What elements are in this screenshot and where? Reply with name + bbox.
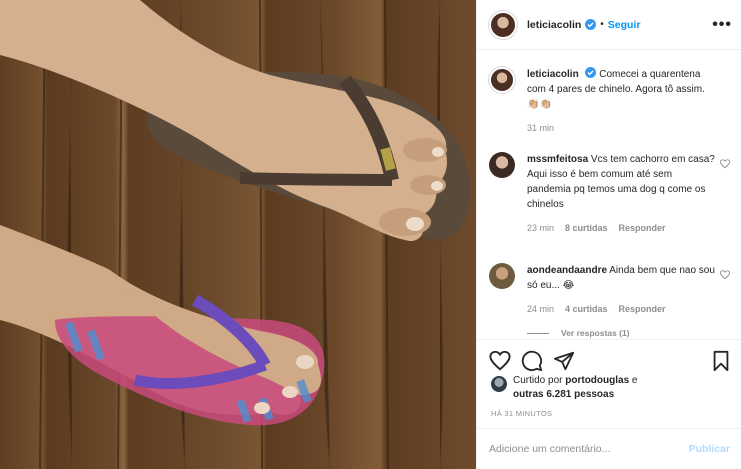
comment-username[interactable]: mssmfeitosa [527, 154, 588, 165]
comment-item: mssmfeitosa Vcs tem cachorro em casa? Aq… [489, 152, 729, 236]
comment-body: aondeandaandre Ainda bem que nao sou só … [527, 263, 717, 317]
comment-meta: 23 min 8 curtidas Responder [527, 221, 717, 236]
instagram-post-view: leticiacolin • Seguir ••• leticiacolin C… [0, 0, 741, 469]
caption-body: leticiacolin Comecei a quarentena com 4 … [527, 67, 717, 136]
heart-icon[interactable] [720, 159, 730, 169]
reply-button[interactable]: Responder [619, 302, 666, 317]
post-side-panel: leticiacolin • Seguir ••• leticiacolin C… [476, 0, 741, 469]
author-avatar[interactable] [489, 10, 517, 39]
caption-username[interactable]: leticiacolin [527, 69, 579, 80]
separator-dot: • [600, 19, 604, 30]
verified-icon [585, 67, 597, 78]
likes-middle: e [631, 375, 638, 386]
post-header: leticiacolin • Seguir ••• [477, 0, 741, 50]
heart-icon[interactable] [489, 350, 511, 372]
likes-prefix: Curtido por [513, 375, 563, 386]
caption-avatar[interactable] [489, 67, 515, 93]
bookmark-icon[interactable] [710, 350, 732, 372]
comment-likes[interactable]: 4 curtidas [565, 302, 608, 317]
likes-summary: Curtido por portodouglas e outras 6.281 … [491, 374, 731, 402]
more-icon[interactable]: ••• [712, 16, 732, 34]
action-bar [477, 339, 741, 379]
post-timestamp[interactable]: HÁ 31 MINUTOS [491, 409, 552, 418]
publish-button[interactable]: Publicar [689, 443, 730, 455]
flip-flops-photo [0, 0, 470, 469]
comments-list[interactable]: leticiacolin Comecei a quarentena com 4 … [477, 51, 741, 339]
author-username[interactable]: leticiacolin [527, 19, 581, 31]
comment-icon[interactable] [521, 350, 543, 372]
comment-avatar[interactable] [489, 263, 515, 289]
caption-meta: 31 min [527, 121, 717, 136]
comment-likes[interactable]: 8 curtidas [565, 221, 608, 236]
liker-username[interactable]: portodouglas [565, 375, 629, 386]
comment-username[interactable]: aondeandaandre [527, 265, 607, 276]
comment-meta: 24 min 4 curtidas Responder [527, 302, 717, 317]
share-icon[interactable] [553, 350, 575, 372]
heart-icon[interactable] [720, 270, 730, 280]
caption-time[interactable]: 31 min [527, 121, 554, 136]
replies-divider [527, 332, 549, 334]
verified-icon [585, 19, 597, 30]
likes-text: Curtido por portodouglas e outras 6.281 … [513, 374, 637, 402]
comment-time[interactable]: 24 min [527, 302, 554, 317]
view-replies[interactable]: Ver respostas (1) [527, 328, 630, 338]
post-photo[interactable] [0, 0, 476, 469]
view-replies-label[interactable]: Ver respostas (1) [561, 328, 630, 338]
likes-others[interactable]: outras 6.281 pessoas [513, 389, 614, 400]
add-comment-bar: Adicione um comentário... Publicar [477, 428, 741, 469]
comment-body: mssmfeitosa Vcs tem cachorro em casa? Aq… [527, 152, 717, 236]
comment-item: aondeandaandre Ainda bem que nao sou só … [489, 263, 729, 317]
liker-avatar[interactable] [491, 376, 507, 392]
follow-button[interactable]: Seguir [608, 19, 641, 31]
caption: leticiacolin Comecei a quarentena com 4 … [489, 67, 729, 136]
comment-avatar[interactable] [489, 152, 515, 178]
reply-button[interactable]: Responder [619, 221, 666, 236]
comment-time[interactable]: 23 min [527, 221, 554, 236]
comment-input[interactable]: Adicione um comentário... [489, 443, 689, 455]
